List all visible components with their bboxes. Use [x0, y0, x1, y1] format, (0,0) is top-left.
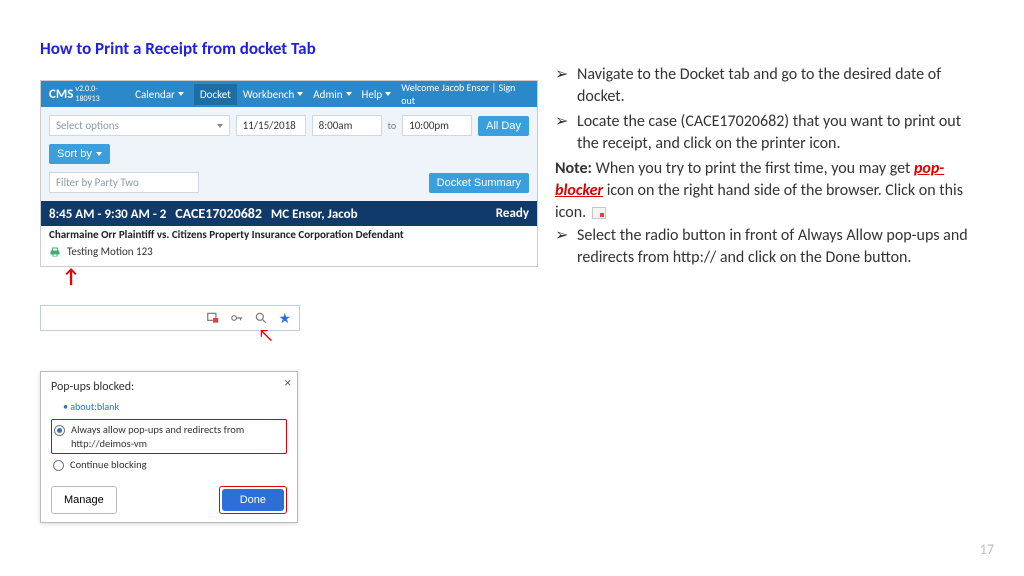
case-summary: 8:45 AM - 9:30 AM - 2 CACE17020682 MC En…: [49, 205, 358, 222]
cms-header: CMS v2.0.0-180913 Calendar Docket Workbe…: [41, 81, 537, 107]
popup-blocked-icon[interactable]: [206, 311, 220, 325]
zoom-icon[interactable]: [254, 311, 268, 325]
case-time: 8:45 AM - 9:30 AM - 2: [49, 207, 166, 222]
nav-workbench-label: Workbench: [243, 88, 294, 101]
note-line: Note: When you try to print the first ti…: [555, 158, 985, 223]
done-highlight: Done: [219, 486, 287, 514]
caret-icon: [297, 92, 303, 96]
sort-by-label: Sort by: [57, 148, 92, 160]
popup-blocked-dialog: × Pop-ups blocked: about:blank Always al…: [40, 371, 298, 523]
chevron-down-icon: [217, 124, 223, 128]
close-icon[interactable]: ×: [285, 376, 291, 391]
popup-actions: Manage Done: [51, 486, 287, 514]
arrow-bullet-icon: [555, 64, 577, 107]
nav-help-label: Help: [362, 88, 383, 101]
popup-blocked-link[interactable]: about:blank: [63, 400, 287, 413]
docket-summary-button[interactable]: Docket Summary: [429, 173, 529, 193]
all-day-button[interactable]: All Day: [478, 116, 529, 136]
nav-admin-label: Admin: [313, 88, 342, 101]
left-column: CMS v2.0.0-180913 Calendar Docket Workbe…: [40, 80, 538, 523]
nav-workbench[interactable]: Workbench: [243, 88, 303, 101]
nav-help[interactable]: Help: [362, 88, 392, 101]
time-from-input[interactable]: 8:00am: [312, 115, 382, 136]
block-option-row[interactable]: Continue blocking: [51, 454, 287, 476]
key-icon[interactable]: [230, 311, 244, 325]
filter-bar: Select options 11/15/2018 8:00am to 10:0…: [41, 107, 537, 144]
instructions: Navigate to the Docket tab and go to the…: [555, 64, 985, 272]
bookmark-star-icon[interactable]: ★: [278, 310, 291, 327]
caret-icon: [346, 92, 352, 96]
radio-block[interactable]: [53, 460, 64, 471]
bullet-1-text: Navigate to the Docket tab and go to the…: [577, 64, 985, 107]
arrow-bullet-icon: [555, 225, 577, 268]
page-number: 17: [980, 541, 994, 558]
motion-row: Testing Motion 123: [41, 243, 537, 266]
case-parties: Charmaine Orr Plaintiff vs. Citizens Pro…: [41, 226, 537, 243]
to-label: to: [388, 119, 397, 132]
case-bar[interactable]: 8:45 AM - 9:30 AM - 2 CACE17020682 MC En…: [41, 201, 537, 226]
arrow-bullet-icon: [555, 111, 577, 154]
nav-docket[interactable]: Docket: [194, 84, 237, 105]
time-to-input[interactable]: 10:00pm: [402, 115, 472, 136]
bullet-2-text: Locate the case (CACE17020682) that you …: [577, 111, 985, 154]
radio-allow-label: Always allow pop-ups and redirects from …: [71, 423, 284, 450]
sort-by-button[interactable]: Sort by: [49, 144, 110, 164]
date-input[interactable]: 11/15/2018: [236, 115, 306, 136]
caret-icon: [178, 92, 184, 96]
welcome-text[interactable]: Welcome Jacob Ensor | Sign out: [401, 81, 529, 107]
cms-screenshot: CMS v2.0.0-180913 Calendar Docket Workbe…: [40, 80, 538, 267]
motion-text: Testing Motion 123: [67, 245, 153, 258]
select-placeholder: Select options: [56, 119, 119, 132]
bullet-3-text: Select the radio button in front of Alwa…: [577, 225, 985, 268]
note-part2: icon on the right hand side of the brows…: [555, 181, 963, 222]
popup-blocked-inline-icon: [592, 207, 606, 219]
nav-calendar-label: Calendar: [135, 88, 175, 101]
cms-logo: CMS: [49, 87, 73, 102]
caret-icon: [385, 92, 391, 96]
cms-version: v2.0.0-180913: [75, 84, 121, 104]
page-title: How to Print a Receipt from docket Tab: [40, 38, 316, 59]
bullet-1: Navigate to the Docket tab and go to the…: [555, 64, 985, 107]
bullet-2: Locate the case (CACE17020682) that you …: [555, 111, 985, 154]
nav-admin[interactable]: Admin: [313, 88, 351, 101]
case-status: Ready: [496, 206, 529, 221]
popup-title: Pop-ups blocked:: [51, 380, 287, 394]
filter-party-input[interactable]: Filter by Party Two: [49, 172, 199, 193]
manage-button[interactable]: Manage: [51, 486, 117, 514]
case-judge: MC Ensor, Jacob: [271, 207, 358, 222]
printer-icon[interactable]: [49, 246, 61, 258]
allow-option-row[interactable]: Always allow pop-ups and redirects from …: [51, 419, 287, 454]
bullet-3: Select the radio button in front of Alwa…: [555, 225, 985, 268]
note-label: Note:: [555, 159, 592, 178]
caret-icon: [96, 152, 102, 156]
done-button[interactable]: Done: [222, 489, 284, 511]
sort-row: Sort by: [41, 144, 537, 172]
select-options[interactable]: Select options: [49, 115, 230, 136]
filter-row: Filter by Party Two Docket Summary: [41, 172, 537, 201]
red-arrow-diag-icon: [258, 325, 756, 347]
note-part1: When you try to print the first time, yo…: [592, 159, 914, 178]
nav-calendar[interactable]: Calendar: [135, 88, 184, 101]
red-arrow-icon: ↑: [62, 265, 560, 289]
radio-block-label: Continue blocking: [70, 458, 147, 472]
radio-allow[interactable]: [54, 425, 65, 436]
case-number: CACE17020682: [175, 205, 262, 222]
